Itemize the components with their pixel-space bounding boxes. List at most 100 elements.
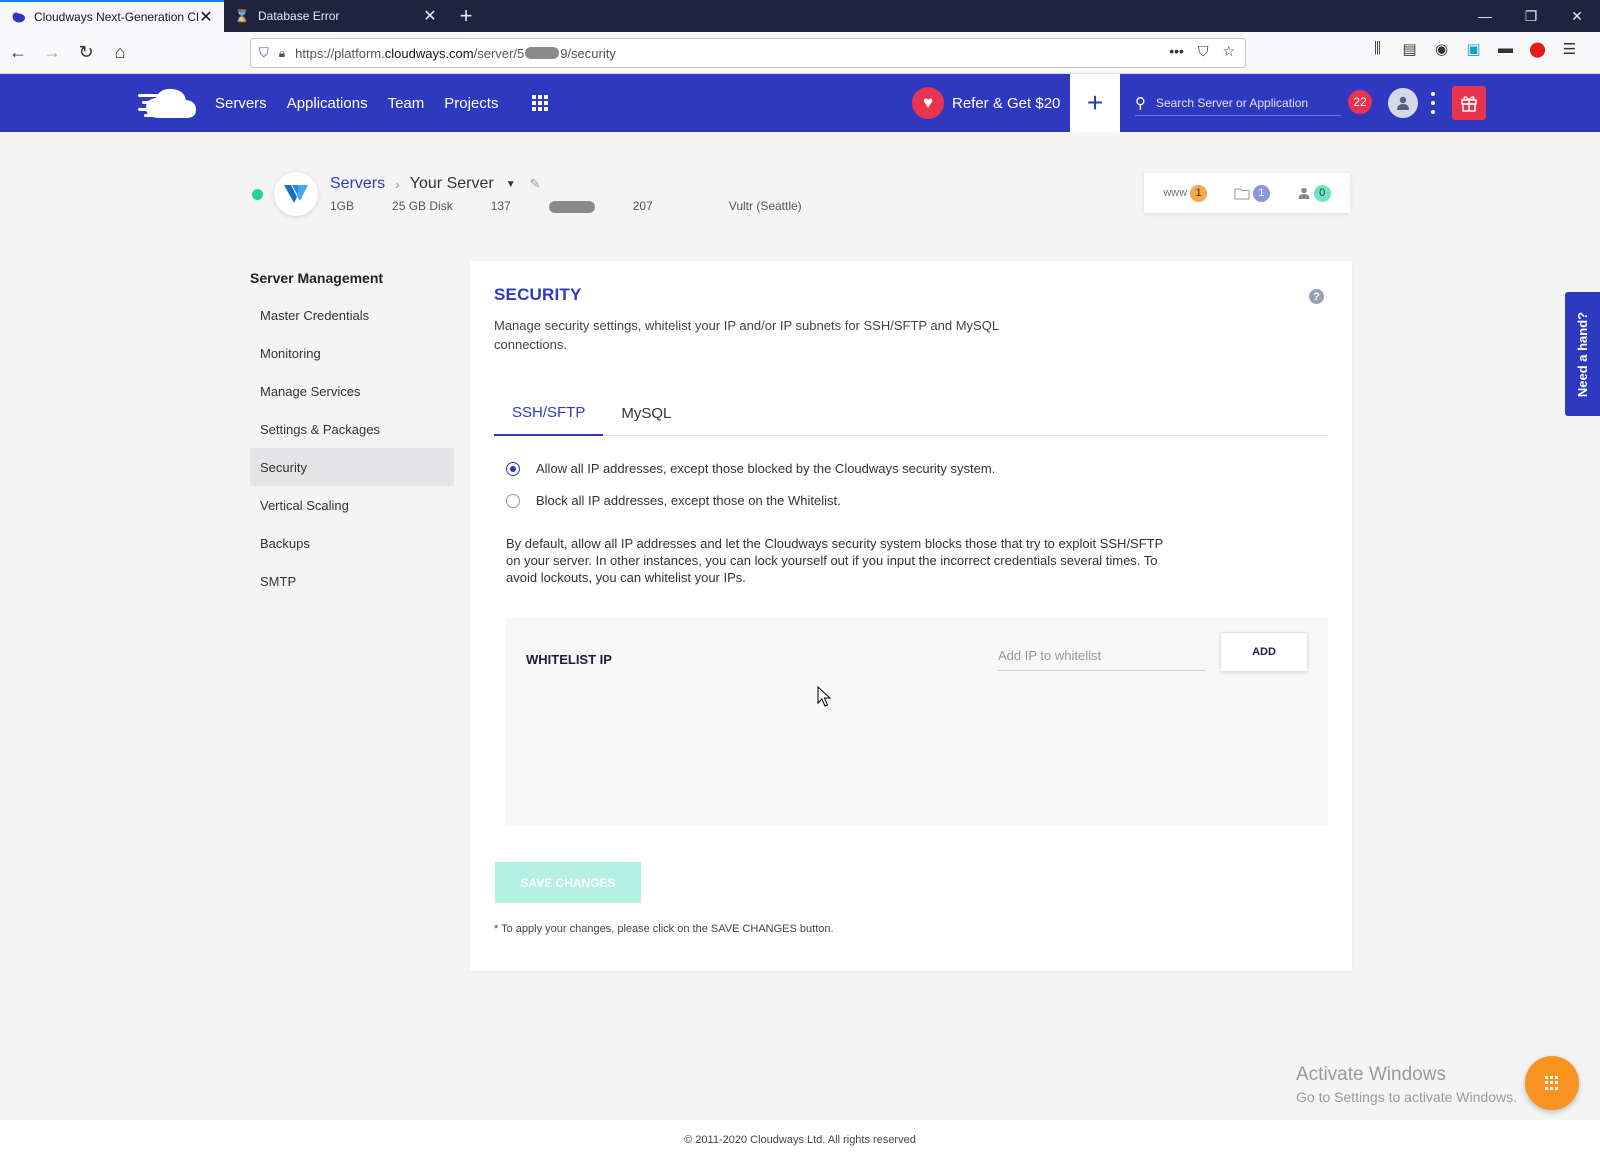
server-name: Your Server [409,175,494,192]
close-window-icon[interactable]: ✕ [1554,0,1600,32]
reader-sidebar-icon[interactable]: ▤ [1400,40,1419,58]
help-icon[interactable]: ? [1309,289,1324,304]
tab-mysql[interactable]: MySQL [603,391,689,436]
nav-applications[interactable]: Applications [287,95,368,112]
app-header: Servers Applications Team Projects ♥ Ref… [0,74,1600,132]
kebab-menu-icon[interactable] [1430,92,1436,114]
bookmark-star-icon[interactable]: ☆ [1222,43,1235,60]
whitelist-panel: WHITELIST IP ADD [506,618,1328,825]
tracking-shield-icon[interactable]: ⛉ [259,45,269,61]
www-label: www [1163,187,1188,199]
account-icon[interactable]: ◉ [1432,40,1451,58]
minimize-icon[interactable]: — [1462,0,1508,32]
redacted-segment [525,47,560,59]
nav-projects[interactable]: Projects [444,95,498,112]
user-icon [1397,96,1409,110]
more-actions-icon[interactable]: ••• [1169,43,1184,60]
sidebar-item-security[interactable]: Security [250,448,454,486]
close-tab-icon[interactable]: ✕ [422,6,438,26]
server-ip: 137 207 [491,199,691,213]
folder-icon [1234,188,1250,199]
home-icon[interactable]: ⌂ [104,37,136,69]
cloudways-logo[interactable] [138,84,198,122]
avatar[interactable] [1388,88,1418,118]
url-host: cloudways.com [384,45,474,61]
refer-button[interactable]: ♥ Refer & Get $20 [912,87,1060,119]
gift-icon[interactable] [1452,86,1486,120]
user-icon [1298,187,1310,199]
add-ip-button[interactable]: ADD [1220,632,1308,672]
add-plus-button[interactable]: + [1070,74,1120,132]
address-bar[interactable]: ⛉ 🔒︎ https://platform. cloudways.com/serv… [250,38,1246,68]
www-count-badge: 1 [1190,184,1208,202]
save-extension-icon[interactable]: ▣ [1464,40,1483,58]
mouse-cursor-icon [817,686,831,707]
option-allow-all-label: Allow all IP addresses, except those blo… [536,461,996,476]
folder-extension-icon[interactable]: ▬ [1496,40,1515,58]
browser-tab-database-error[interactable]: ⌛ Database Error ✕ [224,0,448,32]
watermark-line2: Go to Settings to activate Windows. [1296,1089,1517,1105]
new-tab-button[interactable]: + [448,0,484,32]
url-actions: ••• ⛉ ☆ [1169,43,1235,60]
chevron-right-icon: › [395,176,400,192]
search-input[interactable] [1156,95,1326,110]
option-block-all[interactable]: Block all IP addresses, except those on … [506,493,841,508]
nav-servers[interactable]: Servers [215,95,267,112]
lock-icon[interactable]: 🔒︎ [279,46,285,61]
server-specs: 1GB 25 GB Disk 137 207 Vultr (Seattle) [330,199,840,213]
pencil-icon[interactable]: ✎ [530,176,541,192]
breadcrumb-servers-link[interactable]: Servers [330,175,385,193]
browser-tab-cloudways[interactable]: Cloudways Next-Generation Cl ✕ [0,0,224,32]
tab-ssh-sftp[interactable]: SSH/SFTP [494,391,604,436]
server-management-sidebar: Server Management Master Credentials Mon… [250,270,454,600]
restore-icon[interactable]: ❐ [1508,0,1554,32]
hourglass-icon: ⌛ [234,9,250,23]
sidebar-item-smtp[interactable]: SMTP [250,562,454,600]
url-prefix: https://platform. [295,45,385,61]
nav-team[interactable]: Team [388,95,425,112]
user-counter[interactable]: 0 [1297,184,1331,202]
www-counter[interactable]: www 1 [1163,184,1208,202]
folder-count-badge: 1 [1252,184,1270,202]
whitelist-title: WHITELIST IP [526,652,612,667]
notification-badge[interactable]: 22 [1348,90,1372,114]
whitelist-ip-input[interactable] [998,640,1206,671]
adblock-icon[interactable]: ⬤ [1528,40,1547,58]
close-tab-icon[interactable]: ✕ [198,7,214,27]
sidebar-item-vertical-scaling[interactable]: Vertical Scaling [250,486,454,524]
need-a-hand-tab[interactable]: Need a hand? [1565,292,1600,416]
option-block-all-label: Block all IP addresses, except those on … [536,493,841,508]
reload-icon[interactable]: ↻ [70,37,102,69]
sidebar-item-settings-packages[interactable]: Settings & Packages [250,410,454,448]
radio-allow-all[interactable] [506,461,520,476]
sidebar-item-manage-services[interactable]: Manage Services [250,372,454,410]
back-arrow-icon[interactable]: ← [2,37,34,69]
activate-windows-watermark: Activate Windows Go to Settings to activ… [1296,1064,1517,1105]
forward-arrow-icon[interactable]: → [36,37,68,69]
save-changes-button[interactable]: SAVE CHANGES [495,862,641,903]
browser-tab-strip: Cloudways Next-Generation Cl ✕ ⌛ Databas… [0,0,1600,32]
hamburger-menu-icon[interactable]: ☰ [1560,40,1579,58]
need-a-hand-label: Need a hand? [1575,311,1590,397]
sidebar-title: Server Management [250,270,384,286]
caret-down-icon[interactable]: ▼ [506,179,516,190]
server-ip-start: 137 [490,199,511,213]
user-count-badge: 0 [1313,184,1331,202]
sidebar-item-backups[interactable]: Backups [250,524,454,562]
library-icon[interactable]: ⫼ [1368,40,1387,58]
server-disk: 25 GB Disk [392,199,453,213]
folder-counter[interactable]: 1 [1234,184,1270,202]
option-allow-all[interactable]: Allow all IP addresses, except those blo… [506,461,995,476]
pocket-icon[interactable]: ⛉ [1198,43,1209,60]
copyright-text: © 2011-2020 Cloudways Ltd. All rights re… [684,1134,916,1146]
sidebar-item-monitoring[interactable]: Monitoring [250,334,454,372]
breadcrumb: Servers › Your Server ▼ ✎ [330,175,541,193]
sidebar-item-master-credentials[interactable]: Master Credentials [250,296,454,334]
browser-tab-title: Cloudways Next-Generation Cl [34,10,198,24]
apps-grid-icon[interactable] [532,95,548,111]
main-nav: Servers Applications Team Projects [215,74,498,132]
search-icon: ⚲ [1135,94,1146,112]
floating-menu-button[interactable] [1525,1056,1579,1110]
vultr-logo [274,172,318,216]
radio-block-all[interactable] [506,493,520,508]
